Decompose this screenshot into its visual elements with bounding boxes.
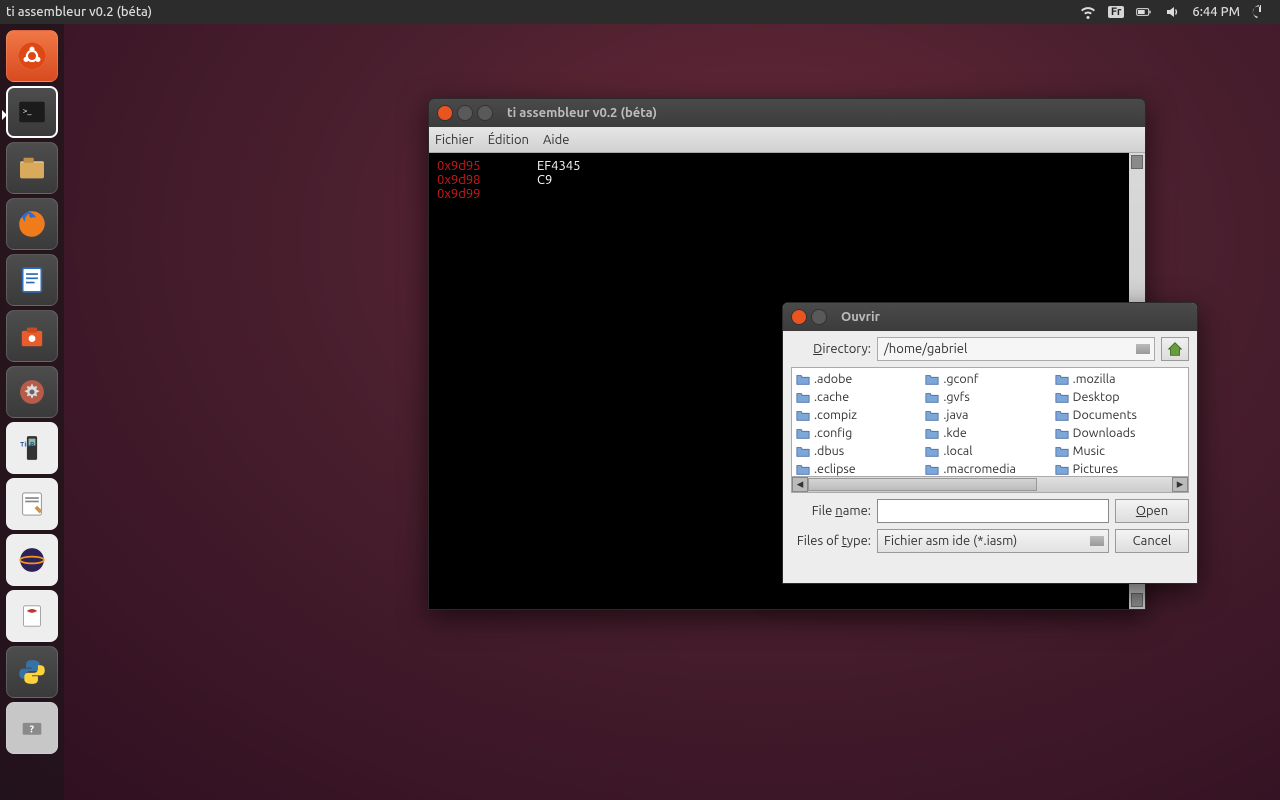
folder-item[interactable]: .macromedia xyxy=(925,460,1054,476)
folder-item[interactable]: .local xyxy=(925,442,1054,460)
home-button[interactable] xyxy=(1161,337,1189,361)
file-list: .adobe.cache.compiz.config.dbus.eclipse.… xyxy=(791,367,1189,493)
svg-text:TiLP: TiLP xyxy=(20,440,35,448)
active-window-title: ti assembleur v0.2 (béta) xyxy=(6,5,152,19)
app-title: ti assembleur v0.2 (béta) xyxy=(507,106,657,120)
launcher-evince[interactable] xyxy=(6,590,58,642)
menubar: Fichier Édition Aide xyxy=(429,127,1145,153)
menu-help[interactable]: Aide xyxy=(543,133,569,147)
scroll-right-icon[interactable]: ▸ xyxy=(1172,477,1188,492)
maximize-icon[interactable] xyxy=(477,105,493,121)
filename-input[interactable] xyxy=(877,499,1109,523)
menu-file[interactable]: Fichier xyxy=(435,133,474,147)
filetype-value: Fichier asm ide (*.iasm) xyxy=(884,534,1017,548)
horizontal-scrollbar[interactable]: ◂ ▸ xyxy=(792,476,1188,492)
svg-text:?: ? xyxy=(29,722,34,734)
folder-item[interactable]: .eclipse xyxy=(796,460,925,476)
wifi-icon[interactable] xyxy=(1080,4,1096,20)
folder-item[interactable]: .java xyxy=(925,406,1054,424)
svg-text:>_: >_ xyxy=(23,106,33,116)
scroll-left-icon[interactable]: ◂ xyxy=(792,477,808,492)
folder-item[interactable]: .cache xyxy=(796,388,925,406)
folder-item[interactable]: .compiz xyxy=(796,406,925,424)
launcher-dash[interactable] xyxy=(6,30,58,82)
folder-item[interactable]: Pictures xyxy=(1055,460,1184,476)
file-open-dialog: Ouvrir Directory: /home/gabriel .adobe.c… xyxy=(782,302,1198,584)
folder-item[interactable]: Desktop xyxy=(1055,388,1184,406)
launcher-software[interactable] xyxy=(6,310,58,362)
code-line: 0x9d95EF4345 xyxy=(437,159,1137,173)
code-line: 0x9d98C9 xyxy=(437,173,1137,187)
directory-label: Directory: xyxy=(791,342,871,356)
filename-label: File name: xyxy=(791,504,871,518)
launcher-eclipse[interactable] xyxy=(6,534,58,586)
filetype-label: Files of type: xyxy=(791,534,871,548)
chevron-down-icon xyxy=(1090,536,1104,546)
folder-item[interactable]: .gconf xyxy=(925,370,1054,388)
power-icon[interactable] xyxy=(1252,4,1268,20)
folder-item[interactable]: .mozilla xyxy=(1055,370,1184,388)
battery-icon[interactable] xyxy=(1136,4,1152,20)
launcher-unknown[interactable]: ? xyxy=(6,702,58,754)
folder-item[interactable]: .gvfs xyxy=(925,388,1054,406)
folder-item[interactable]: .kde xyxy=(925,424,1054,442)
minimize-icon[interactable] xyxy=(457,105,473,121)
menu-edit[interactable]: Édition xyxy=(488,133,529,147)
folder-item[interactable]: .config xyxy=(796,424,925,442)
clock[interactable]: 6:44 PM xyxy=(1192,5,1240,19)
launcher-firefox[interactable] xyxy=(6,198,58,250)
launcher: >_ TiLP ? xyxy=(0,24,64,800)
open-button[interactable]: Open xyxy=(1115,499,1189,523)
launcher-settings[interactable] xyxy=(6,366,58,418)
launcher-gedit[interactable] xyxy=(6,478,58,530)
launcher-python[interactable] xyxy=(6,646,58,698)
app-titlebar[interactable]: ti assembleur v0.2 (béta) xyxy=(429,99,1145,127)
keyboard-layout-indicator[interactable]: Fr xyxy=(1108,6,1125,18)
top-panel: ti assembleur v0.2 (béta) Fr 6:44 PM xyxy=(0,0,1280,24)
launcher-tilp[interactable]: TiLP xyxy=(6,422,58,474)
code-line: 0x9d99 xyxy=(437,187,1137,201)
folder-item[interactable]: .dbus xyxy=(796,442,925,460)
cancel-button[interactable]: Cancel xyxy=(1115,529,1189,553)
chevron-down-icon xyxy=(1136,344,1150,354)
directory-dropdown[interactable]: /home/gabriel xyxy=(877,337,1155,361)
minimize-icon[interactable] xyxy=(811,309,827,325)
filetype-dropdown[interactable]: Fichier asm ide (*.iasm) xyxy=(877,529,1109,553)
folder-item[interactable]: .adobe xyxy=(796,370,925,388)
folder-item[interactable]: Music xyxy=(1055,442,1184,460)
launcher-terminal[interactable]: >_ xyxy=(6,86,58,138)
dialog-title: Ouvrir xyxy=(841,310,880,324)
close-icon[interactable] xyxy=(791,309,807,325)
close-icon[interactable] xyxy=(437,105,453,121)
folder-item[interactable]: Downloads xyxy=(1055,424,1184,442)
folder-item[interactable]: Documents xyxy=(1055,406,1184,424)
launcher-writer[interactable] xyxy=(6,254,58,306)
directory-value: /home/gabriel xyxy=(884,342,967,356)
launcher-files[interactable] xyxy=(6,142,58,194)
volume-icon[interactable] xyxy=(1164,4,1180,20)
dialog-titlebar[interactable]: Ouvrir xyxy=(783,303,1197,331)
